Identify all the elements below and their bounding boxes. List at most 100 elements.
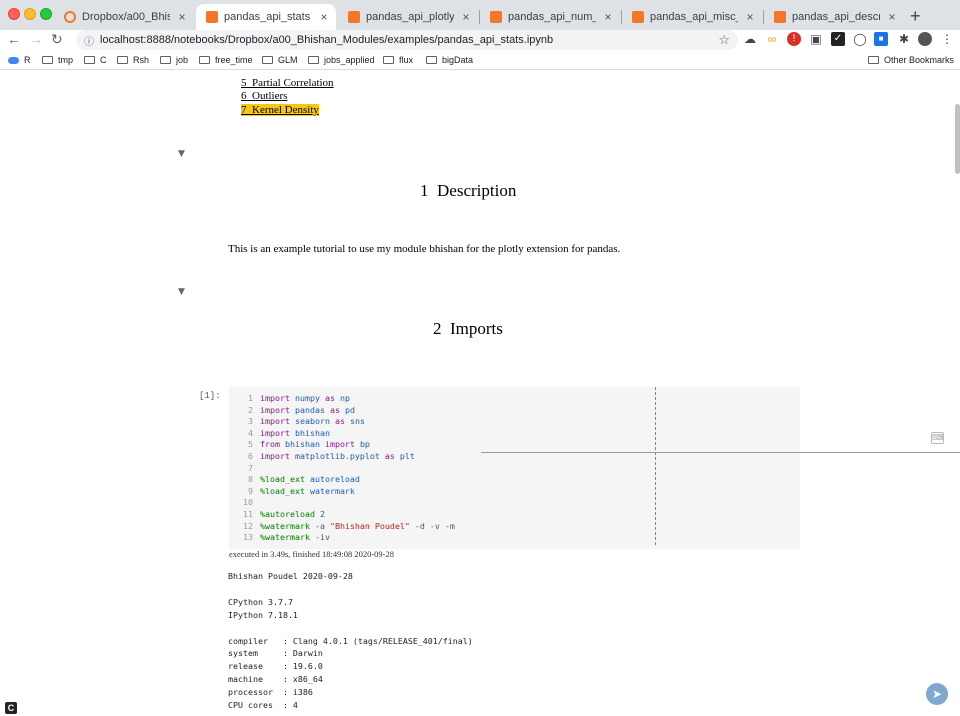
output-line: CPython 3.7.7 bbox=[228, 596, 293, 607]
code-token: numpy bbox=[294, 393, 320, 403]
scrollbar-thumb[interactable] bbox=[955, 104, 960, 174]
jupyter-loading-icon bbox=[64, 11, 76, 23]
bookmark-job[interactable]: job bbox=[160, 55, 188, 65]
collapse-section-icon[interactable]: ▼ bbox=[178, 149, 185, 159]
drag-guide-line bbox=[481, 452, 960, 453]
line-number: 6 bbox=[248, 451, 253, 461]
code-cell[interactable]: 1 import numpy as np 2 import pandas as pd 3… bbox=[229, 387, 800, 549]
code-line[interactable]: 10 bbox=[229, 497, 260, 507]
tab-pandas-api-stats[interactable]: pandas_api_stats - Jupyt × bbox=[196, 4, 336, 30]
output-line: processor : i386 bbox=[228, 687, 313, 698]
minimize-window-button[interactable] bbox=[24, 8, 36, 20]
code-line[interactable]: 13 %watermark -iv bbox=[229, 532, 330, 542]
execution-info: executed in 3.49s, finished 18:49:08 202… bbox=[229, 549, 395, 559]
code-token: "Bhishan Poudel" bbox=[329, 520, 410, 531]
toc-link-kernel-density[interactable]: 7 Kernel Density bbox=[241, 104, 319, 116]
code-token: matplotlib.pyplot bbox=[294, 451, 380, 461]
code-line[interactable]: 12 %watermark -a "Bhishan Poudel" -d -v -… bbox=[229, 521, 455, 531]
code-line[interactable]: 7 bbox=[229, 463, 260, 473]
code-token: import bbox=[260, 416, 290, 427]
profile-avatar[interactable] bbox=[918, 32, 932, 46]
info-icon[interactable]: ⓘ bbox=[84, 33, 94, 48]
link-extension-icon[interactable]: ∞ bbox=[765, 32, 779, 46]
app-c-icon[interactable]: C bbox=[5, 702, 17, 714]
code-line[interactable]: 3 import seaborn as sns bbox=[229, 416, 365, 426]
tab-pandas-api-num-and-cat[interactable]: pandas_api_num_and_ca × bbox=[480, 4, 620, 30]
toc-link-partial-correlation[interactable]: 5 Partial Correlation bbox=[241, 77, 334, 89]
toc-link-outliers[interactable]: 6 Outliers bbox=[241, 90, 287, 102]
code-token: pandas bbox=[294, 404, 325, 415]
maximize-window-button[interactable] bbox=[40, 8, 52, 20]
new-tab-button[interactable]: + bbox=[910, 6, 921, 27]
menu-kebab-icon[interactable]: ⋮ bbox=[940, 32, 954, 46]
code-line[interactable]: 4 import bhishan bbox=[229, 428, 330, 438]
check-extension-icon[interactable]: ✓ bbox=[831, 32, 845, 46]
code-token: -iv bbox=[314, 532, 330, 543]
code-line[interactable]: 11 %autoreload 2 bbox=[229, 509, 325, 519]
tab-pandas-api-misc-plots[interactable]: pandas_api_misc_plots - × bbox=[622, 4, 762, 30]
code-line[interactable]: 6 import matplotlib.pyplot as plt bbox=[229, 451, 415, 461]
code-token: as bbox=[334, 416, 345, 427]
keyboard-icon[interactable]: ⌨ bbox=[931, 432, 944, 444]
close-tab-icon[interactable]: × bbox=[460, 10, 472, 24]
folder-icon bbox=[426, 56, 437, 64]
close-tab-icon[interactable]: × bbox=[744, 10, 756, 24]
close-tab-icon[interactable]: × bbox=[318, 10, 330, 24]
code-token: %load_ext bbox=[260, 485, 305, 496]
line-number: 3 bbox=[248, 416, 253, 427]
shield-extension-icon[interactable]: ◯ bbox=[853, 32, 867, 46]
tab-pandas-api-plotly[interactable]: pandas_api_plotly - Jupy × bbox=[338, 4, 478, 30]
close-tab-icon[interactable]: × bbox=[602, 10, 614, 24]
screenshot-extension-icon[interactable]: ▣ bbox=[809, 32, 823, 46]
code-token: import bbox=[260, 451, 290, 461]
forward-arrow-icon[interactable]: → bbox=[29, 31, 43, 47]
output-line: CPU cores : 4 bbox=[228, 700, 298, 710]
line-number: 2 bbox=[248, 404, 253, 415]
bookmark-c[interactable]: C bbox=[84, 55, 107, 65]
bookmark-star-icon[interactable]: ☆ bbox=[718, 32, 730, 48]
reload-icon[interactable]: ↻ bbox=[51, 31, 63, 48]
bookmark-free-time[interactable]: free_time bbox=[199, 55, 253, 65]
code-line[interactable]: 5 from bhishan import bp bbox=[229, 439, 370, 449]
bookmark-jobs-applied[interactable]: jobs_applied bbox=[308, 55, 375, 65]
code-token: -d -v -m bbox=[414, 520, 455, 531]
address-bar[interactable]: ⓘ localhost:8888/notebooks/Dropbox/a00_B… bbox=[76, 30, 738, 50]
line-number: 11 bbox=[243, 509, 253, 519]
code-token: import bbox=[260, 427, 290, 438]
bookmark-r[interactable]: R bbox=[8, 55, 31, 65]
code-line[interactable]: 2 import pandas as pd bbox=[229, 405, 355, 415]
folder-icon bbox=[199, 56, 210, 64]
bookmark-tmp[interactable]: tmp bbox=[42, 55, 73, 65]
tab-dropbox[interactable]: Dropbox/a00_Bhishan_M × bbox=[54, 4, 194, 30]
bookmark-bigdata[interactable]: bigData bbox=[426, 55, 473, 65]
code-token: bhishan bbox=[284, 439, 320, 450]
other-bookmarks[interactable]: Other Bookmarks bbox=[868, 55, 954, 65]
bookmark-flux[interactable]: flux bbox=[383, 55, 413, 65]
telegram-icon[interactable]: ➤ bbox=[926, 683, 948, 705]
cloud-extension-icon[interactable]: ☁ bbox=[743, 32, 757, 46]
close-tab-icon[interactable]: × bbox=[176, 10, 188, 24]
notebook-area: 5 Partial Correlation 6 Outliers 7 Kerne… bbox=[0, 71, 960, 716]
code-token: import bbox=[260, 404, 290, 415]
folder-icon bbox=[160, 56, 171, 64]
code-line[interactable]: 9 %load_ext watermark bbox=[229, 486, 355, 496]
line-number: 8 bbox=[248, 474, 253, 485]
back-arrow-icon[interactable]: ← bbox=[7, 31, 21, 47]
puzzle-extensions-icon[interactable]: ✱ bbox=[897, 32, 911, 46]
close-window-button[interactable] bbox=[8, 8, 20, 20]
bookmark-glm[interactable]: GLM bbox=[262, 55, 298, 65]
collapse-section-icon[interactable]: ▼ bbox=[178, 287, 185, 297]
code-token: 2 bbox=[319, 509, 325, 519]
bookmark-rsh[interactable]: Rsh bbox=[117, 55, 149, 65]
tab-pandas-api-description[interactable]: pandas_api_description × bbox=[764, 4, 904, 30]
code-line[interactable]: 8 %load_ext autoreload bbox=[229, 474, 360, 484]
line-number: 13 bbox=[243, 532, 253, 543]
output-line: compiler : Clang 4.0.1 (tags/RELEASE_401… bbox=[228, 635, 473, 646]
section-heading-imports: 2 Imports bbox=[433, 319, 503, 338]
code-line[interactable]: 1 import numpy as np bbox=[229, 393, 350, 403]
close-tab-icon[interactable]: × bbox=[886, 10, 898, 24]
line-number: 12 bbox=[243, 520, 253, 531]
alert-extension-icon[interactable]: ! bbox=[787, 32, 801, 46]
code-token: autoreload bbox=[309, 474, 360, 485]
dark-extension-icon[interactable]: ■ bbox=[874, 32, 888, 46]
